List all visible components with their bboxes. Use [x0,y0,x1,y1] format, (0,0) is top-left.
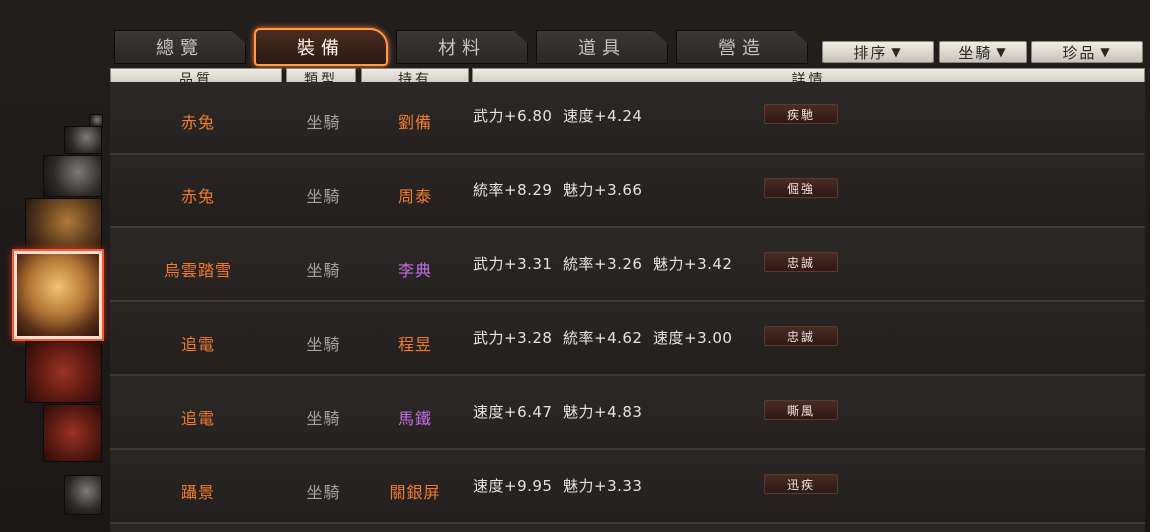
type-filter-dropdown[interactable]: 坐騎 ▼ [939,41,1027,63]
table-row[interactable]: 躡景 坐騎 關銀屏 速度+9.95 魅力+3.33 迅疾 [110,451,1145,524]
type-cell: 坐騎 [306,409,341,428]
details-cell: 武力+3.31 統率+3.26 魅力+3.42 [473,255,733,273]
owner-cell: 李典 [397,261,432,280]
dropdown-label: 坐騎 [958,43,993,62]
horse-icon[interactable] [14,251,102,339]
quality-cell: 赤兔 [180,187,215,206]
quality-cell: 追電 [180,409,215,428]
details-cell: 統率+8.29 魅力+3.66 [473,181,643,199]
owner-cell: 程昱 [397,335,432,354]
horse-icon[interactable] [43,155,102,197]
tab-label: 營造 [718,38,766,59]
tab-label: 道具 [578,38,626,59]
tab-items[interactable]: 道具 [536,30,668,64]
details-cell: 速度+6.47 魅力+4.83 [473,403,643,421]
sort-dropdown[interactable]: 排序 ▼ [822,41,934,63]
tab-construction[interactable]: 營造 [676,30,808,64]
tab-equipment[interactable]: 裝備 [254,28,388,66]
quality-cell: 烏雲踏雪 [163,261,232,280]
trait-badge: 迅疾 [764,474,838,494]
rarity-filter-dropdown[interactable]: 珍品 ▼ [1031,41,1143,63]
details-cell: 武力+3.28 統率+4.62 速度+3.00 [473,329,733,347]
quality-cell: 追電 [180,335,215,354]
horse-icon[interactable] [43,404,102,462]
details-cell: 武力+6.80 速度+4.24 [473,107,643,125]
details-cell: 速度+9.95 魅力+3.33 [473,477,643,495]
tab-label: 材料 [438,38,486,59]
trait-badge: 疾馳 [764,104,838,124]
type-cell: 坐騎 [306,187,341,206]
dropdown-label: 排序 [853,43,888,62]
chevron-down-icon: ▼ [1100,45,1112,59]
horse-icon[interactable] [64,126,102,154]
tab-overview[interactable]: 總覽 [114,30,246,64]
type-cell: 坐騎 [306,113,341,132]
table-row[interactable]: 追電 坐騎 程昱 武力+3.28 統率+4.62 速度+3.00 忠誠 [110,303,1145,376]
horse-icon[interactable] [64,475,102,515]
type-cell: 坐騎 [306,261,341,280]
trait-badge: 倔強 [764,178,838,198]
trait-badge: 忠誠 [764,326,838,346]
quality-cell: 赤兔 [180,113,215,132]
owner-cell: 周泰 [397,187,432,206]
table-row[interactable]: 烏雲踏雪 坐騎 李典 武力+3.31 統率+3.26 魅力+3.42 忠誠 [110,229,1145,302]
chevron-down-icon: ▼ [996,45,1008,59]
chevron-down-icon: ▼ [891,45,903,59]
quality-cell: 躡景 [180,483,215,502]
owner-cell: 馬鐵 [397,409,432,428]
type-cell: 坐騎 [306,335,341,354]
table-row[interactable]: 追電 坐騎 馬鐵 速度+6.47 魅力+4.83 嘶風 [110,377,1145,450]
tab-label: 裝備 [297,38,345,59]
owner-cell: 關銀屏 [389,483,441,502]
tab-materials[interactable]: 材料 [396,30,528,64]
table-row[interactable]: 赤兔 坐騎 周泰 統率+8.29 魅力+3.66 倔強 [110,155,1145,228]
table-row[interactable]: 赤兔 坐騎 劉備 武力+6.80 速度+4.24 疾馳 [110,82,1145,155]
tab-label: 總覽 [156,38,204,59]
horse-icon[interactable] [25,198,102,250]
type-cell: 坐騎 [306,483,341,502]
owner-cell: 劉備 [397,113,432,132]
dropdown-label: 珍品 [1062,43,1097,62]
trait-badge: 嘶風 [764,400,838,420]
horse-icon[interactable] [25,341,102,403]
trait-badge: 忠誠 [764,252,838,272]
